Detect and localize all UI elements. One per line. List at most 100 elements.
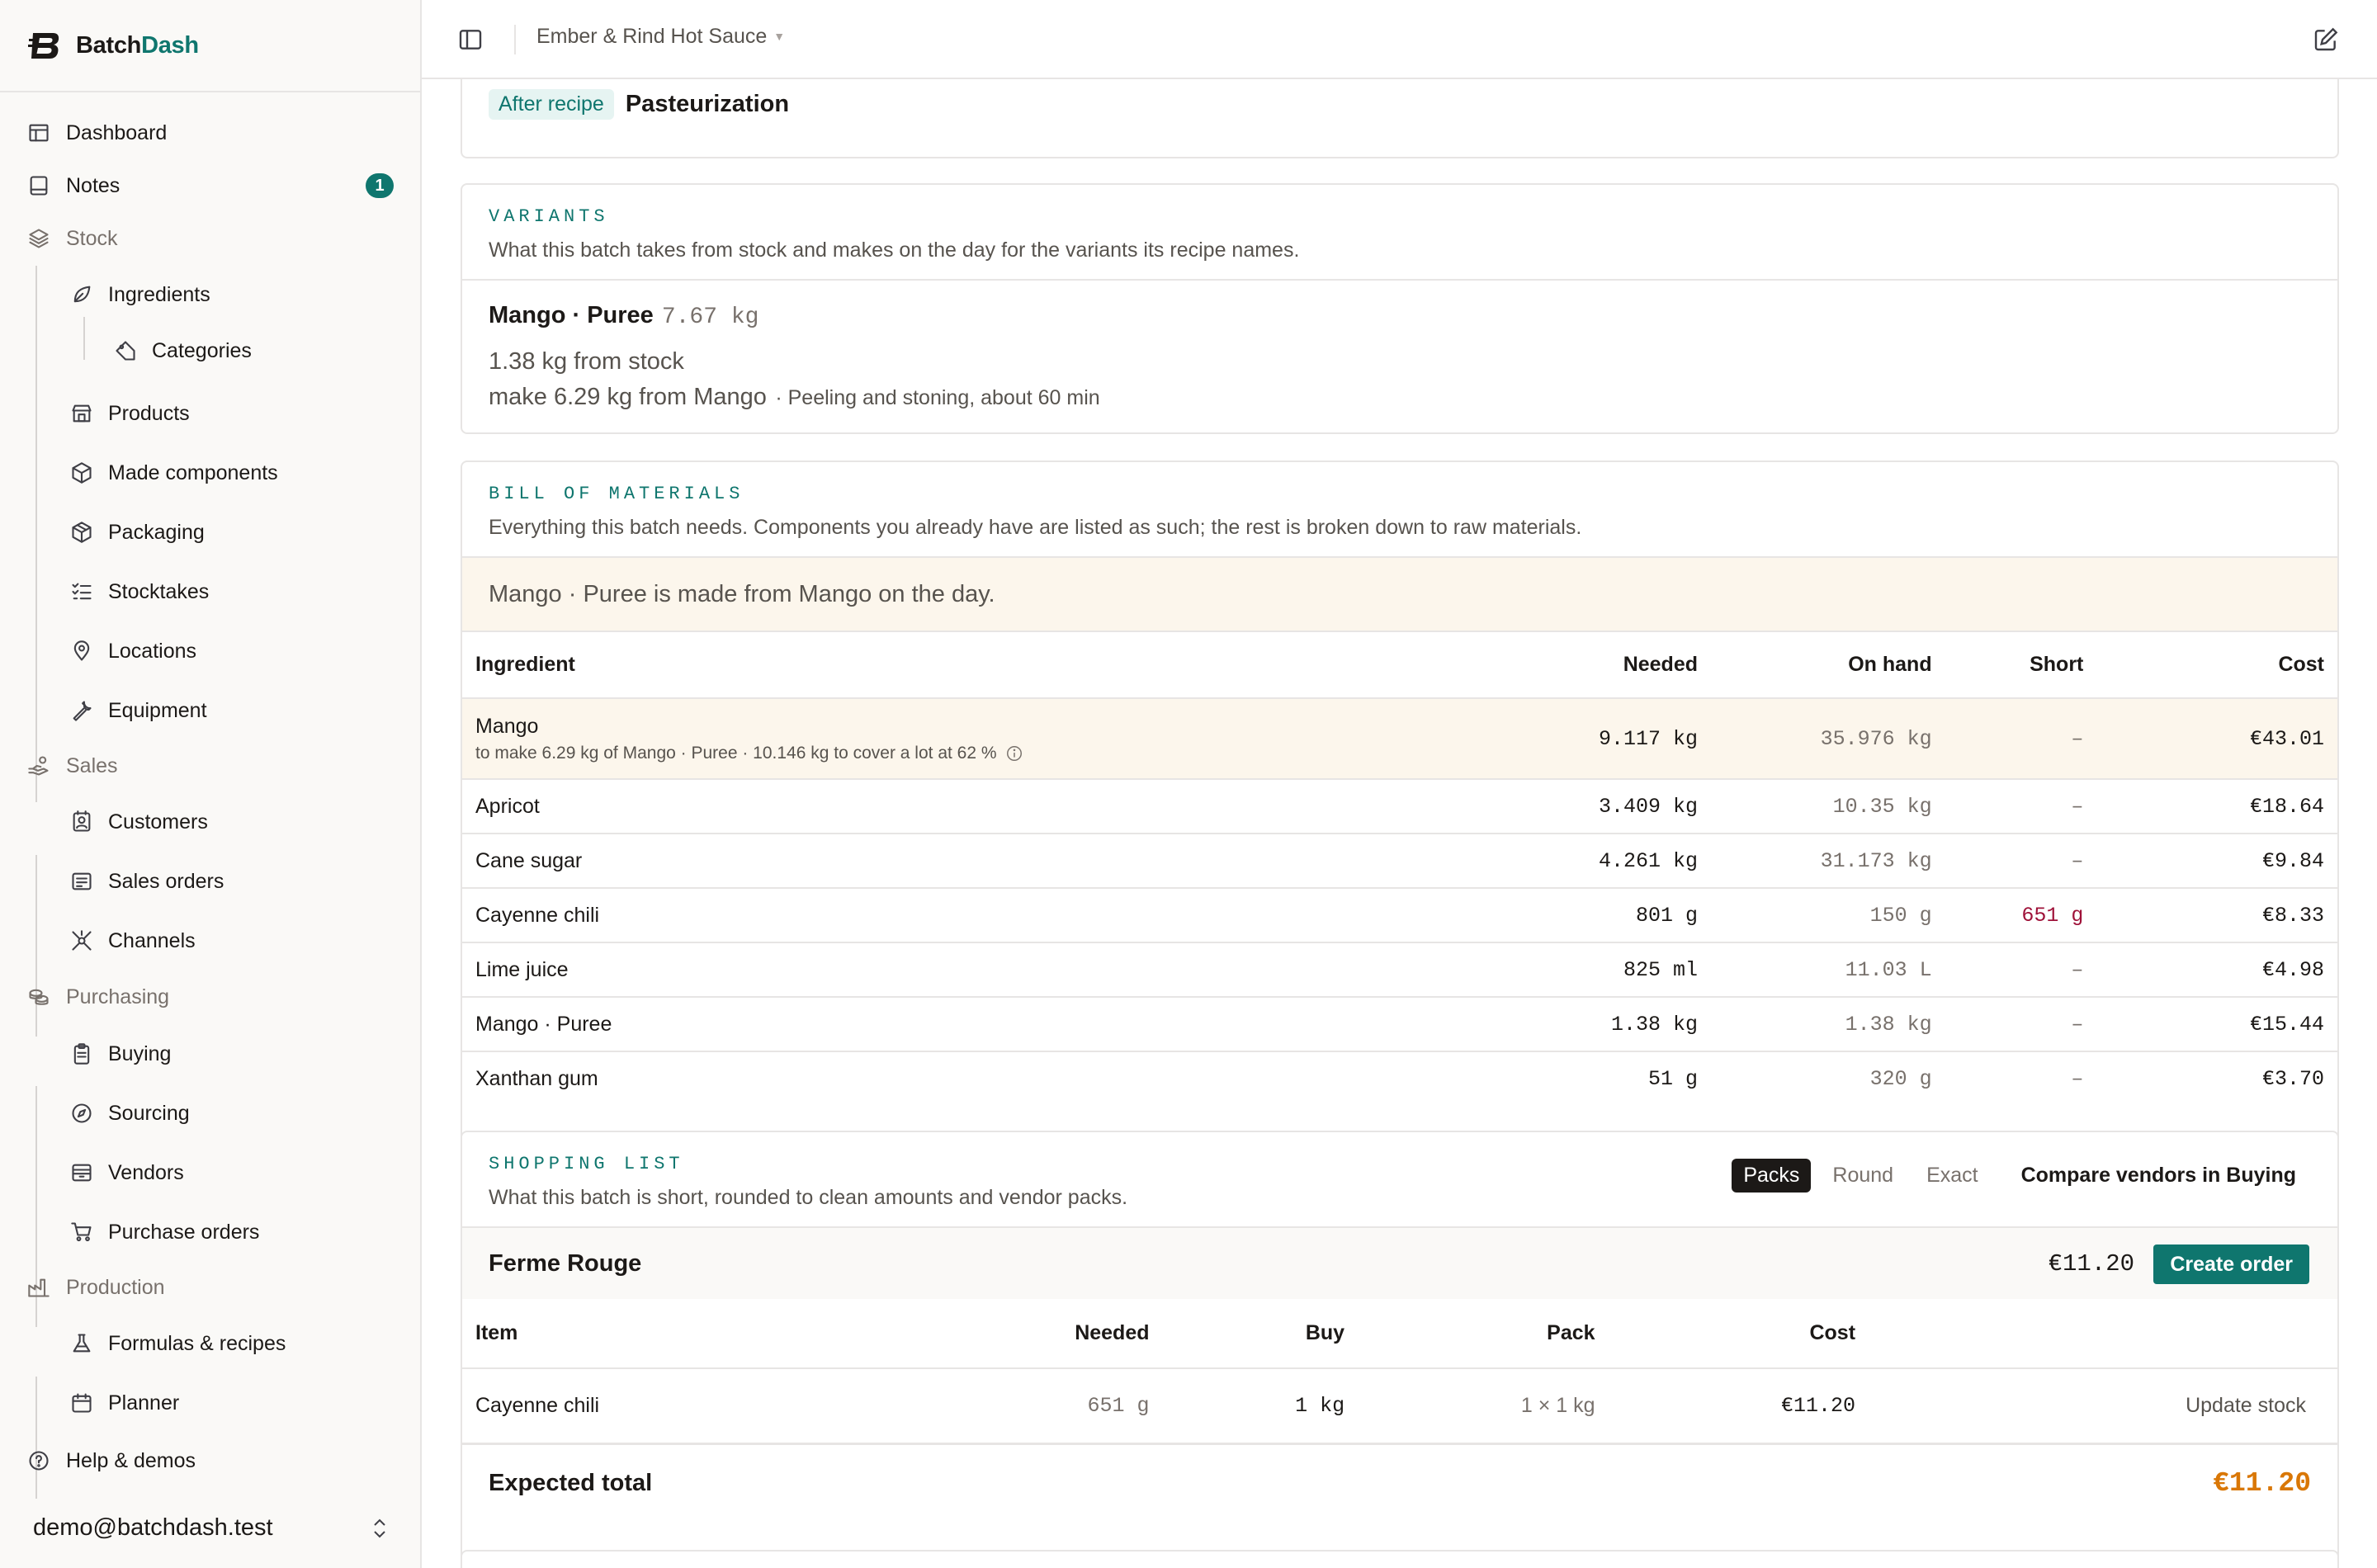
checklist-icon [69, 579, 94, 604]
sidebar-item-locations[interactable]: Locations [0, 630, 420, 673]
sidebar-item-label: Ingredients [108, 282, 210, 306]
sidebar-item-dashboard[interactable]: Dashboard [0, 111, 420, 154]
table-row[interactable]: Xanthan gum 51 g 320 g – €3.70 [462, 1051, 2337, 1106]
sidebar-item-ingredients[interactable]: Ingredients [0, 273, 420, 316]
sidebar-item-label: Vendors [108, 1160, 184, 1184]
sidebar-item-sales-orders[interactable]: Sales orders [0, 860, 420, 903]
after-recipe-card: After recipe Pasteurization [461, 79, 2339, 158]
sidebar-item-vendors[interactable]: Vendors [0, 1151, 420, 1194]
pack-cell: 1 × 1 kg [1520, 1394, 1595, 1417]
table-row[interactable]: Cane sugar 4.261 kg 31.173 kg – €9.84 [462, 834, 2337, 889]
needed-cell: 9.117 kg [1450, 698, 1711, 780]
sidebar-group-sales[interactable]: Sales [0, 744, 420, 787]
col-needed: Needed [947, 1299, 1163, 1369]
on-hand-cell: 11.03 L [1711, 942, 1945, 998]
cost-cell: €4.98 [2096, 942, 2337, 998]
on-hand-cell: 150 g [1711, 888, 1945, 943]
ingredient-name: Cane sugar [462, 834, 1451, 889]
sidebar-group-purchasing[interactable]: Purchasing [0, 975, 420, 1018]
sidebar-item-label: Stocktakes [108, 579, 210, 603]
col-cost: Cost [1608, 1299, 1869, 1369]
section-description: What this batch takes from stock and mak… [489, 239, 1300, 262]
coins-icon [26, 985, 51, 1009]
sidebar-item-help[interactable]: Help & demos [0, 1439, 420, 1482]
bom-card: BILL OF MATERIALS Everything this batch … [461, 460, 2339, 1187]
cost-cell: €9.84 [2096, 834, 2337, 889]
mode-exact[interactable]: Exact [1915, 1159, 1990, 1193]
create-order-button[interactable]: Create order [2153, 1244, 2309, 1284]
brand[interactable]: BatchDash [0, 0, 420, 92]
sidebar-item-stocktakes[interactable]: Stocktakes [0, 570, 420, 613]
rounding-mode-switch: Packs Round Exact Compare vendors in Buy… [1732, 1159, 2296, 1193]
short-cell: – [1945, 834, 2097, 889]
needed-cell: 4.261 kg [1450, 834, 1711, 889]
col-ingredient: Ingredient [462, 632, 1451, 699]
sidebar-item-notes[interactable]: Notes 1 [0, 164, 420, 207]
dashboard-icon [26, 120, 51, 145]
cart-icon [69, 1220, 94, 1244]
sidebar-item-label: Purchase orders [108, 1220, 260, 1244]
variant-make: make 6.29 kg from Mango [489, 384, 767, 410]
variant-from-stock: 1.38 kg from stock [489, 348, 684, 375]
on-hand-cell: 35.976 kg [1711, 698, 1945, 780]
package-icon [69, 520, 94, 545]
shopping-header-row: Item Needed Buy Pack Cost [462, 1299, 2337, 1369]
notes-count-badge: 1 [366, 173, 394, 198]
short-cell: – [1945, 942, 2097, 998]
bom-table: Ingredient Needed On hand Short Cost Man… [462, 632, 2337, 1106]
item-name: Cayenne chili [475, 1394, 600, 1417]
mode-packs[interactable]: Packs [1732, 1159, 1812, 1193]
sidebar-item-made-components[interactable]: Made components [0, 451, 420, 494]
needed-cell: 3.409 kg [1450, 779, 1711, 834]
table-row[interactable]: Mango to make 6.29 kg of Mango · Puree ·… [462, 698, 2337, 780]
sidebar-item-label: Channels [108, 928, 196, 952]
toggle-sidebar-icon[interactable] [457, 26, 484, 53]
mode-round[interactable]: Round [1821, 1159, 1905, 1193]
compare-vendors-link[interactable]: Compare vendors in Buying [2021, 1164, 2296, 1188]
short-cell: – [1945, 997, 2097, 1052]
col-buy: Buy [1162, 1299, 1359, 1369]
help-icon [26, 1448, 51, 1473]
sidebar-item-buying[interactable]: Buying [0, 1032, 420, 1075]
expected-total-label: Expected total [489, 1470, 653, 1496]
bom-header: BILL OF MATERIALS Everything this batch … [462, 462, 2337, 558]
table-row[interactable]: Cayenne chili 801 g 150 g 651 g €8.33 [462, 888, 2337, 943]
sidebar-item-channels[interactable]: Channels [0, 919, 420, 962]
short-cell: – [2071, 1067, 2084, 1091]
short-cell: – [1945, 779, 2097, 834]
sidebar-item-formulas-recipes[interactable]: Formulas & recipes [0, 1322, 420, 1365]
cube-icon [69, 460, 94, 485]
sidebar-group-stock[interactable]: Stock [0, 217, 420, 260]
sidebar-item-categories[interactable]: Categories [0, 329, 420, 372]
col-cost: Cost [2096, 632, 2337, 699]
breadcrumb[interactable]: Ember & Rind Hot Sauce ▼ [536, 25, 785, 49]
sidebar-item-sourcing[interactable]: Sourcing [0, 1092, 420, 1135]
table-row[interactable]: Apricot 3.409 kg 10.35 kg – €18.64 [462, 779, 2337, 834]
next-card [461, 1550, 2339, 1568]
receipt-icon [69, 869, 94, 894]
sidebar-item-packaging[interactable]: Packaging [0, 511, 420, 554]
vendor-name: Ferme Rouge [489, 1249, 642, 1277]
edit-icon[interactable] [2313, 26, 2339, 53]
table-row[interactable]: Lime juice 825 ml 11.03 L – €4.98 [462, 942, 2337, 998]
col-needed: Needed [1450, 632, 1711, 699]
shopping-header: SHOPPING LIST What this batch is short, … [462, 1132, 2337, 1228]
sidebar-item-purchase-orders[interactable]: Purchase orders [0, 1211, 420, 1254]
sidebar-item-customers[interactable]: Customers [0, 801, 420, 843]
table-row[interactable]: Mango · Puree 1.38 kg 1.38 kg – €15.44 [462, 997, 2337, 1052]
sidebar-group-production[interactable]: Production [0, 1266, 420, 1309]
variants-header: VARIANTS What this batch takes from stoc… [462, 185, 2337, 281]
sidebar-item-equipment[interactable]: Equipment [0, 689, 420, 732]
needed-cell: 801 g [1450, 888, 1711, 943]
update-stock-link[interactable]: Update stock [1869, 1368, 2337, 1443]
factory-icon [26, 1275, 51, 1300]
calendar-icon [69, 1391, 94, 1415]
sidebar-item-products[interactable]: Products [0, 392, 420, 435]
brand-name: BatchDash [76, 31, 199, 59]
table-row[interactable]: Cayenne chili 651 g 1 kg 1 × 1 kg €11.20… [462, 1368, 2337, 1443]
info-icon[interactable] [1005, 744, 1023, 763]
sidebar-item-planner[interactable]: Planner [0, 1381, 420, 1424]
account-switcher[interactable]: demo@batchdash.test [0, 1500, 420, 1555]
bom-note: Mango · Puree is made from Mango on the … [462, 558, 2337, 632]
tag-icon [113, 338, 138, 363]
